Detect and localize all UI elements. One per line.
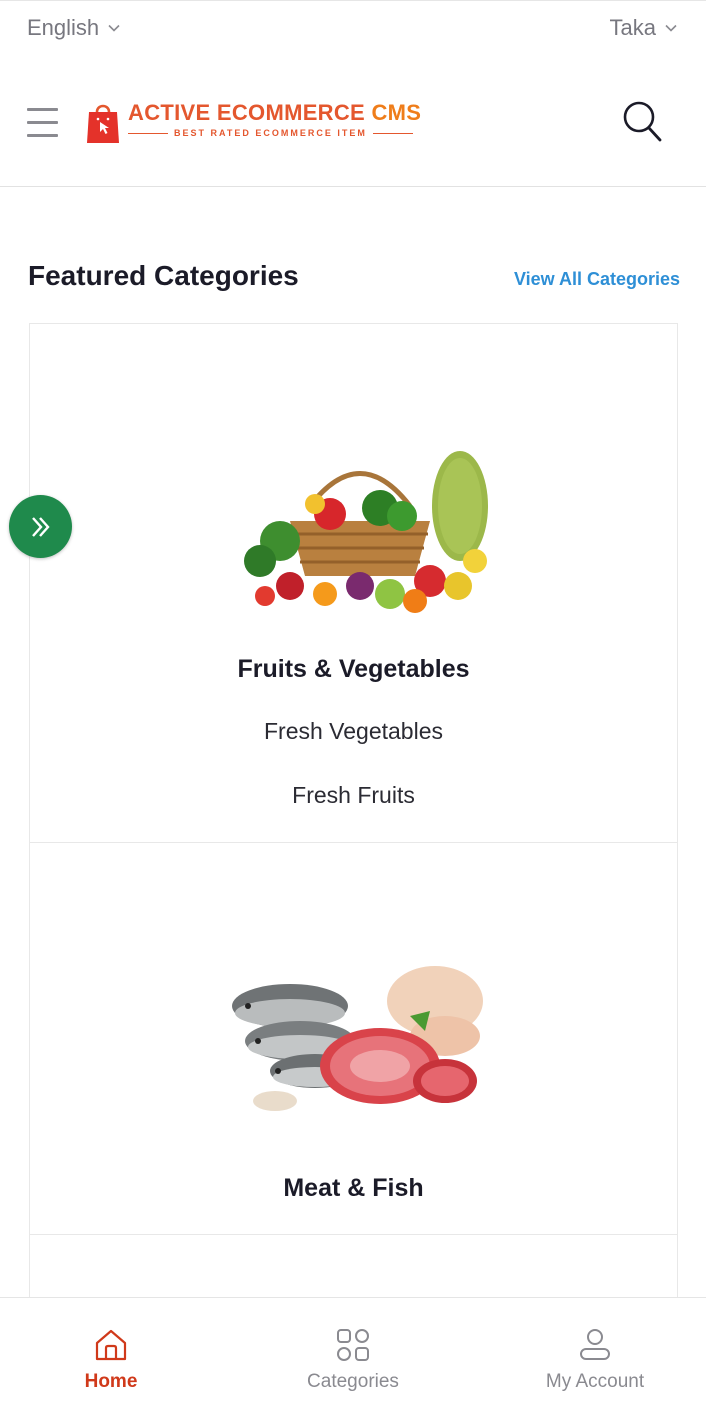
currency-label: Taka xyxy=(609,15,656,40)
subcategory-link[interactable]: Fresh Fruits xyxy=(30,782,677,809)
view-all-categories-link[interactable]: View All Categories xyxy=(514,269,680,290)
category-card[interactable]: Fruits & Vegetables Fresh Vegetables Fre… xyxy=(30,324,677,843)
category-card[interactable] xyxy=(30,1235,677,1298)
chevron-down-icon xyxy=(108,24,120,32)
nav-label: My Account xyxy=(545,1371,645,1392)
site-logo[interactable]: ACTIVE ECOMMERCE CMS BEST RATED ECOMMERC… xyxy=(86,100,421,146)
language-label: English xyxy=(27,15,100,40)
nav-label: Categories xyxy=(307,1371,399,1392)
subcategory-link[interactable]: Fresh Vegetables xyxy=(30,718,677,745)
grid-icon xyxy=(337,1329,369,1361)
category-name[interactable]: Fruits & Vegetables xyxy=(30,655,677,684)
nav-categories[interactable]: Categories xyxy=(253,1298,453,1409)
home-icon xyxy=(95,1329,127,1361)
search-icon[interactable] xyxy=(622,100,662,142)
logo-title: ACTIVE ECOMMERCE CMS xyxy=(128,100,422,125)
category-name[interactable]: Meat & Fish xyxy=(30,1174,677,1203)
user-icon xyxy=(580,1329,610,1360)
logo-tagline: BEST RATED ECOMMERCE ITEM xyxy=(174,128,367,138)
top-bar: English Taka xyxy=(0,0,706,58)
bottom-nav: Home Categories My Account xyxy=(0,1297,706,1409)
chevron-down-icon xyxy=(665,24,677,32)
shopping-bag-logo-icon xyxy=(87,104,119,143)
nav-my-account[interactable]: My Account xyxy=(495,1298,695,1409)
grocery-pack-image xyxy=(230,1255,490,1298)
site-header: ACTIVE ECOMMERCE CMS BEST RATED ECOMMERC… xyxy=(0,58,706,187)
featured-categories-header: Featured Categories View All Categories xyxy=(28,258,680,298)
language-selector[interactable]: English xyxy=(27,15,121,41)
fruit-basket-image xyxy=(244,451,488,613)
nav-home[interactable]: Home xyxy=(11,1298,211,1409)
double-chevron-right-icon xyxy=(31,516,50,537)
section-title: Featured Categories xyxy=(28,260,299,291)
floating-expand-button[interactable] xyxy=(9,495,72,558)
nav-label: Home xyxy=(84,1371,138,1392)
category-list: Fruits & Vegetables Fresh Vegetables Fre… xyxy=(29,323,678,1298)
hamburger-menu-icon[interactable] xyxy=(27,108,58,140)
meat-fish-image xyxy=(232,966,483,1111)
currency-selector[interactable]: Taka xyxy=(610,15,678,41)
category-card[interactable]: Meat & Fish xyxy=(30,843,677,1235)
